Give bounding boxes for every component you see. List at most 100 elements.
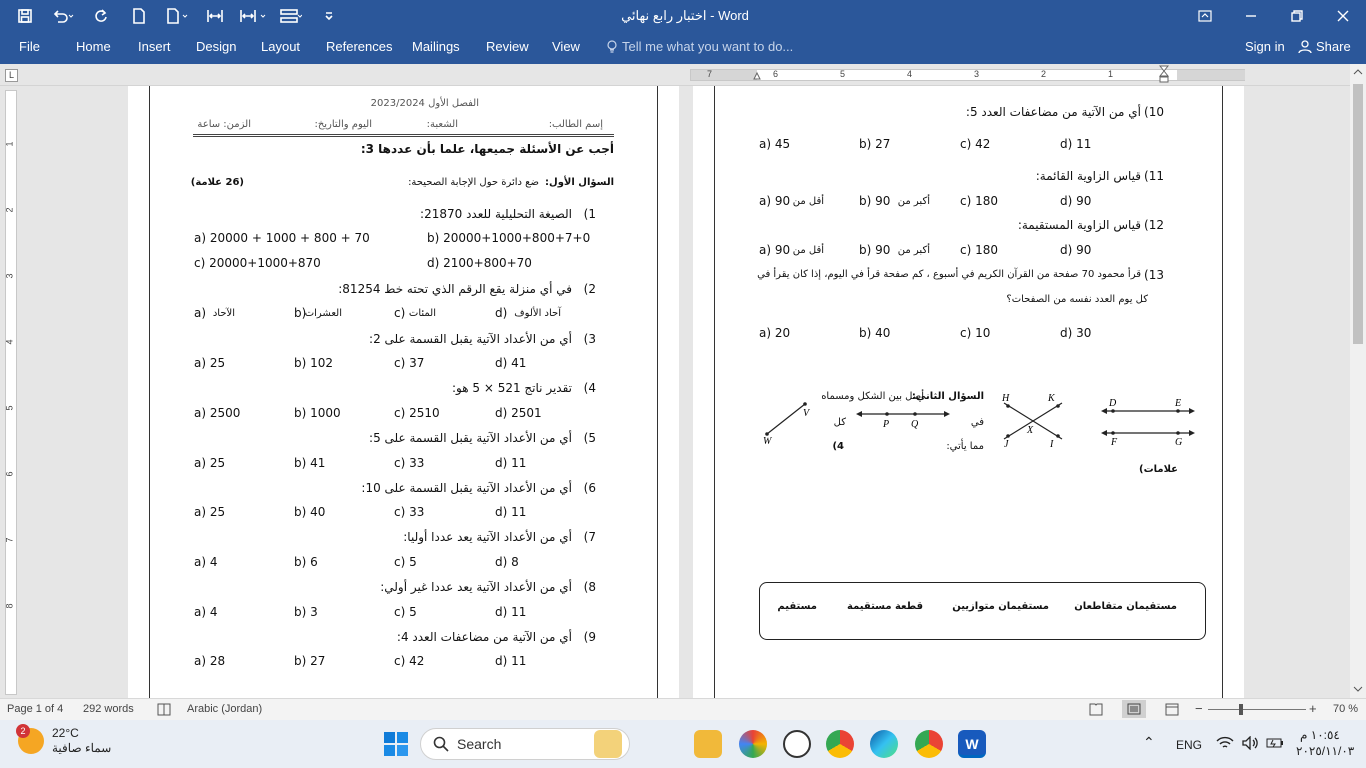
row-height-icon[interactable] [274, 2, 308, 30]
new-document-icon[interactable] [122, 2, 156, 30]
document-page-2[interactable]: 10) أي من الآتية من مضاعفات العدد 5: a) … [693, 86, 1244, 698]
customize-qat-icon[interactable] [312, 2, 346, 30]
page-count[interactable]: Page 1 of 4 [7, 703, 63, 715]
close-icon[interactable] [1320, 0, 1366, 32]
windows-start-icon[interactable] [384, 732, 408, 756]
scroll-up-icon[interactable] [1353, 68, 1363, 76]
zoom-slider[interactable] [1208, 704, 1306, 715]
chevron-up-icon[interactable]: ⌃ [1143, 734, 1155, 751]
q2-marks-label: علامات) [1139, 464, 1178, 475]
option: d) 11 [495, 456, 527, 470]
ribbon-display-options-icon[interactable] [1188, 0, 1222, 32]
scroll-down-icon[interactable] [1353, 685, 1363, 693]
option: c) 2510 [394, 406, 440, 420]
label-q: Q [911, 419, 919, 430]
q2-line2: في [970, 417, 984, 428]
right-indent-marker-icon[interactable] [753, 69, 761, 81]
zoom-out-icon[interactable]: − [1195, 701, 1203, 716]
zoom-slider-thumb[interactable] [1238, 704, 1243, 715]
option: b) 40 [859, 326, 891, 340]
tab-selector[interactable]: L [5, 69, 18, 82]
option: d) 41 [495, 356, 527, 370]
touch-mode-icon[interactable] [160, 2, 194, 30]
column-width-icon[interactable] [198, 2, 232, 30]
word-icon[interactable]: W [958, 730, 986, 758]
option: b) 90 [859, 243, 891, 257]
option: d) 30 [1060, 326, 1092, 340]
question-text: أي من الآتية من مضاعفات العدد 5: [965, 105, 1141, 119]
clock-date[interactable]: ٢٠٢٥/١١/٠٣ [1296, 744, 1354, 758]
scroll-thumb[interactable] [1353, 84, 1363, 344]
weather-widget[interactable]: 2 22°C سماء صافية [16, 724, 111, 756]
ribbon-tabs: File Home Insert Design Layout Reference… [0, 32, 1366, 64]
label-e: E [1174, 398, 1181, 409]
option: c) 5 [394, 555, 417, 569]
moon-icon: 2 [16, 724, 44, 754]
table-resize-icon[interactable] [236, 2, 270, 30]
tab-file[interactable]: File [19, 39, 40, 54]
option: b) 1000 [294, 406, 341, 420]
redo-icon[interactable] [84, 2, 118, 30]
indent-marker-icon[interactable] [1159, 65, 1169, 85]
chrome-icon[interactable] [826, 730, 854, 758]
web-layout-icon[interactable] [1165, 703, 1179, 716]
sign-in-link[interactable]: Sign in [1245, 39, 1285, 54]
ruler-number: 1 [4, 141, 15, 147]
tab-home[interactable]: Home [76, 39, 111, 54]
wifi-icon[interactable] [1216, 736, 1234, 750]
document-page-1[interactable]: الفصل الأول 2023/2024 إسم الطالب: الشعبة… [128, 86, 679, 698]
question-number: 6) [583, 481, 596, 495]
question-number: 13) [1144, 268, 1164, 282]
tab-design[interactable]: Design [196, 39, 236, 54]
option: b) 41 [294, 456, 326, 470]
volume-icon[interactable] [1242, 736, 1260, 750]
language[interactable]: Arabic (Jordan) [187, 703, 262, 715]
photos-icon[interactable] [739, 730, 767, 758]
undo-icon[interactable] [46, 2, 80, 30]
edge-icon[interactable] [870, 730, 898, 758]
tell-me-box[interactable]: Tell me what you want to do... [606, 39, 793, 54]
proofing-icon[interactable] [157, 703, 171, 716]
word-count[interactable]: 292 words [83, 703, 134, 715]
label-j: J [1004, 439, 1009, 450]
tab-layout[interactable]: Layout [261, 39, 300, 54]
file-explorer-icon[interactable] [694, 730, 722, 758]
clock-app-icon[interactable] [783, 730, 811, 758]
tab-view[interactable]: View [552, 39, 580, 54]
option: c) 20000+1000+870 [194, 256, 321, 270]
name-parallel: مستقيمان متوازيين [952, 601, 1049, 612]
tab-review[interactable]: Review [486, 39, 529, 54]
status-bar: Page 1 of 4 292 words Arabic (Jordan) − … [0, 698, 1366, 720]
vertical-scrollbar[interactable] [1350, 64, 1366, 698]
tab-mailings[interactable]: Mailings [412, 39, 460, 54]
battery-icon[interactable] [1266, 736, 1284, 750]
horizontal-ruler[interactable]: 7 6 5 4 3 2 1 [690, 65, 1245, 83]
search-highlight-icon[interactable] [594, 730, 622, 758]
restore-icon[interactable] [1274, 0, 1320, 32]
person-icon [1298, 39, 1312, 53]
tab-references[interactable]: References [326, 39, 392, 54]
share-button[interactable]: Share [1298, 39, 1351, 54]
print-layout-button[interactable] [1122, 700, 1146, 718]
header-divider [193, 134, 614, 137]
question-number: 3) [583, 332, 596, 346]
clock-time[interactable]: ١٠:٥٤ م [1300, 728, 1340, 742]
question-text: أي من الأعداد الآتية يقبل القسمة على 10: [361, 481, 572, 495]
zoom-level[interactable]: 70 % [1333, 703, 1358, 715]
chrome-profile-icon[interactable] [915, 730, 943, 758]
tab-insert[interactable]: Insert [138, 39, 171, 54]
question-number: 2) [583, 282, 596, 296]
minimize-icon[interactable] [1228, 0, 1274, 32]
ruler-number: 6 [773, 69, 779, 79]
parallel-lines-figure: D E F G [1101, 398, 1195, 448]
label-k: K [1047, 393, 1056, 404]
language-indicator[interactable]: ENG [1176, 738, 1202, 752]
save-icon[interactable] [8, 2, 42, 30]
question-number: 4) [583, 381, 596, 395]
question-number: 1) [583, 207, 596, 221]
read-mode-icon[interactable] [1089, 703, 1103, 716]
zoom-in-icon[interactable]: + [1309, 701, 1317, 716]
vertical-ruler[interactable]: 1 2 3 4 5 6 7 8 [5, 90, 17, 695]
option: c) 42 [394, 654, 425, 668]
header-date: اليوم والتاريخ: [314, 119, 372, 130]
